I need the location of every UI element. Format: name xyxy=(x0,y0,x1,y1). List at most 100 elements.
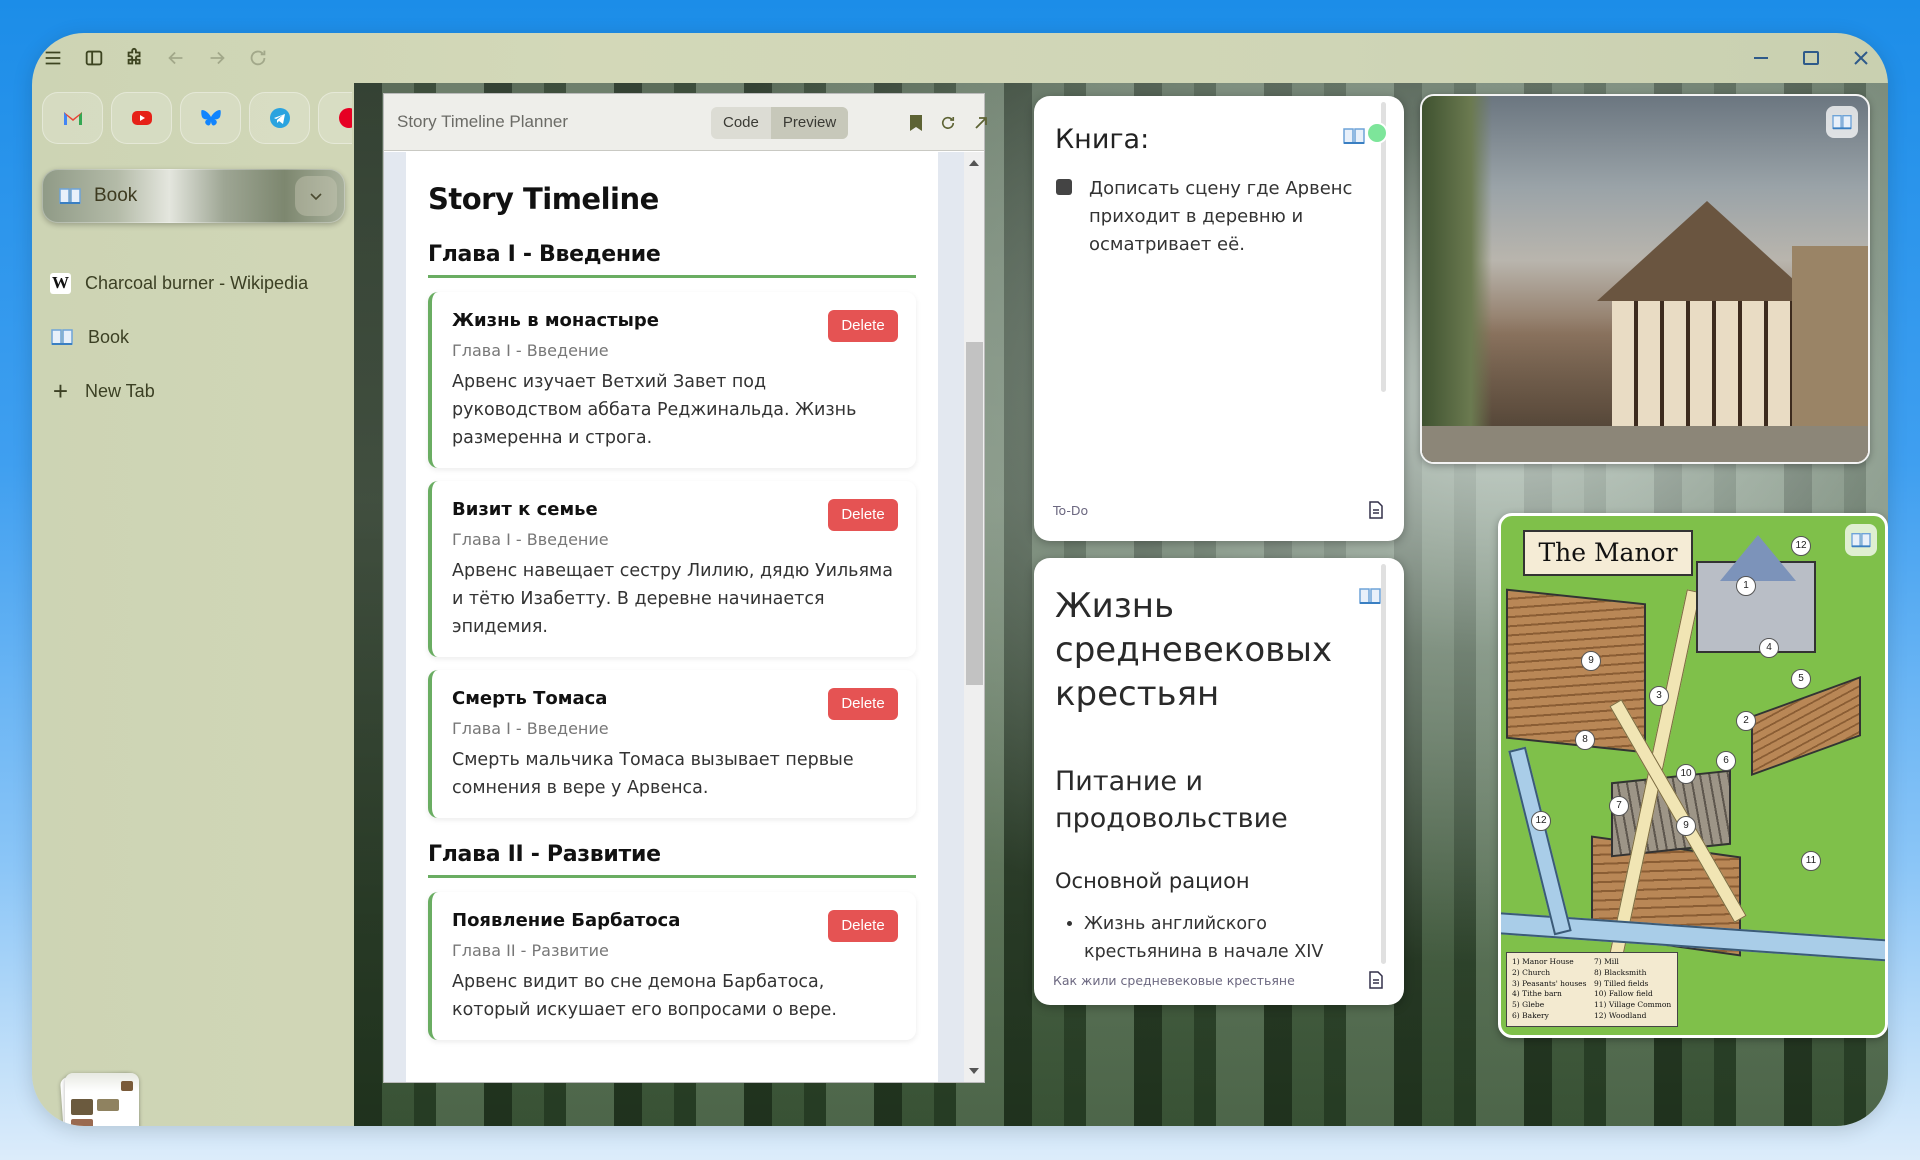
extensions-icon[interactable] xyxy=(122,45,148,71)
content-area: Story Timeline Planner Code Preview Stor… xyxy=(354,83,1888,1126)
map-marker: 7 xyxy=(1609,796,1629,816)
event-description: Арвенс навещает сестру Лилию, дядю Уилья… xyxy=(452,561,893,637)
legend-item: 5) Glebe xyxy=(1512,1000,1545,1010)
timeline-heading: Story Timeline xyxy=(428,182,659,216)
map-marker: 10 xyxy=(1676,764,1696,784)
event-description: Арвенс изучает Ветхий Завет под руководс… xyxy=(452,372,857,448)
youtube-icon xyxy=(131,111,152,125)
legend-item: 10) Fallow field xyxy=(1594,989,1653,999)
note-scrollbar[interactable] xyxy=(1381,102,1386,392)
note-title: Жизнь средневековых крестьян xyxy=(1055,586,1333,714)
pinned-telegram[interactable] xyxy=(249,92,310,144)
legend-item: 12) Woodland xyxy=(1594,1011,1647,1021)
tree xyxy=(1422,96,1492,462)
timeline-content: Story Timeline Глава I - Введение Жизнь … xyxy=(406,152,938,1082)
scrollbar[interactable] xyxy=(964,152,984,1082)
forward-icon[interactable] xyxy=(204,45,230,71)
preview-area: Story Timeline Глава I - Введение Жизнь … xyxy=(384,152,966,1082)
tab-code[interactable]: Code xyxy=(711,107,771,139)
peasant-life-note[interactable]: Жизнь средневековых крестьян Питание и п… xyxy=(1034,558,1404,1005)
book-icon xyxy=(51,329,73,345)
note-scrollbar[interactable] xyxy=(1381,564,1386,964)
new-tab-button[interactable]: + New Tab xyxy=(44,364,344,418)
map-legend: 1) Manor House 7) Mill 2) Church 8) Blac… xyxy=(1506,952,1678,1027)
gmail-icon xyxy=(63,112,82,125)
legend-item: 4) Tithe barn xyxy=(1512,989,1562,999)
book-badge[interactable] xyxy=(1845,524,1877,556)
legend-item: 9) Tilled fields xyxy=(1594,978,1649,988)
tab-stack-thumbnail[interactable] xyxy=(59,1071,140,1126)
legend-item: 1) Manor House xyxy=(1512,957,1574,966)
reload-icon[interactable] xyxy=(245,45,271,71)
note-footer: Как жили средневековые крестьяне xyxy=(1053,973,1353,988)
panel-header: Story Timeline Planner Code Preview xyxy=(384,94,987,151)
new-tab-label: New Tab xyxy=(85,380,155,401)
tab-label: Charcoal burner - Wikipedia xyxy=(85,272,309,293)
scrollbar-thumb[interactable] xyxy=(966,342,983,685)
delete-button[interactable]: Delete xyxy=(828,499,898,531)
tab-charcoal-burner[interactable]: W Charcoal burner - Wikipedia xyxy=(44,256,344,310)
story-timeline-panel: Story Timeline Planner Code Preview Stor… xyxy=(383,93,987,1083)
back-icon[interactable] xyxy=(163,45,189,71)
event-description: Арвенс видит во сне демона Барбатоса, ко… xyxy=(452,972,837,1020)
village-photo[interactable] xyxy=(1420,94,1870,464)
manor-house xyxy=(1696,535,1816,653)
delete-button[interactable]: Delete xyxy=(828,688,898,720)
event-card: Жизнь в монастыре Глава I - Введение Арв… xyxy=(428,292,916,468)
document-icon[interactable] xyxy=(1368,971,1384,989)
chapter-heading: Глава II - Развитие xyxy=(428,842,916,878)
menu-icon[interactable] xyxy=(40,45,66,71)
legend-item: 6) Bakery xyxy=(1512,1011,1549,1021)
map-marker: 12 xyxy=(1791,536,1811,556)
sidebar-toggle-icon[interactable] xyxy=(81,45,107,71)
active-tab-book[interactable]: Book xyxy=(42,169,345,223)
scroll-up-arrow[interactable] xyxy=(969,160,979,166)
tab-book[interactable]: Book xyxy=(44,310,344,364)
todo-checkbox[interactable] xyxy=(1056,179,1072,195)
sidebar: Book W Charcoal burner - Wikipedia Book … xyxy=(32,83,354,1126)
maximize-icon[interactable] xyxy=(1798,45,1824,71)
event-chapter: Глава II - Развитие xyxy=(452,941,609,960)
bluesky-icon xyxy=(200,110,221,126)
map-marker: 8 xyxy=(1575,730,1595,750)
bookmark-icon[interactable] xyxy=(904,111,928,135)
street xyxy=(1422,426,1868,462)
document-icon[interactable] xyxy=(1368,501,1384,519)
tab-label: Book xyxy=(88,326,130,347)
book-icon xyxy=(1832,115,1852,130)
pinned-tabs xyxy=(42,92,352,144)
status-dot xyxy=(1368,124,1386,142)
event-chapter: Глава I - Введение xyxy=(452,341,609,360)
map-marker: 2 xyxy=(1736,711,1756,731)
map-marker: 3 xyxy=(1649,686,1669,706)
tab-list: W Charcoal burner - Wikipedia Book + New… xyxy=(44,256,344,418)
book-badge[interactable] xyxy=(1826,106,1858,138)
delete-button[interactable]: Delete xyxy=(828,910,898,942)
manor-map[interactable]: The Manor 12 1 2 3 4 5 6 7 8 9 9 10 11 1… xyxy=(1498,513,1888,1038)
scroll-down-arrow[interactable] xyxy=(969,1068,979,1074)
map-marker: 11 xyxy=(1801,851,1821,871)
tab-preview[interactable]: Preview xyxy=(770,107,849,139)
glebe-field xyxy=(1751,675,1861,777)
close-icon[interactable] xyxy=(1848,45,1874,71)
delete-button[interactable]: Delete xyxy=(828,310,898,342)
todo-note[interactable]: Книга: Дописать сцену где Арвенс приходи… xyxy=(1034,96,1404,541)
todo-text: Дописать сцену где Арвенс приходит в дер… xyxy=(1089,178,1353,255)
plus-icon: + xyxy=(52,376,69,406)
active-tab-label: Book xyxy=(94,185,138,206)
pinned-gmail[interactable] xyxy=(42,92,103,144)
minimize-icon[interactable] xyxy=(1748,45,1774,71)
map-marker: 9 xyxy=(1676,816,1696,836)
map-marker: 9 xyxy=(1581,651,1601,671)
book-icon xyxy=(1359,588,1381,604)
pinned-pinterest[interactable] xyxy=(318,92,352,144)
pinned-youtube[interactable] xyxy=(111,92,172,144)
refresh-icon[interactable] xyxy=(936,111,960,135)
event-card: Появление Барбатоса Глава II - Развитие … xyxy=(428,892,916,1040)
map-marker: 1 xyxy=(1736,576,1756,596)
roof-shape xyxy=(1597,201,1817,301)
chevron-down-icon[interactable] xyxy=(295,176,337,216)
open-external-icon[interactable] xyxy=(969,111,993,135)
pinned-bluesky[interactable] xyxy=(180,92,241,144)
telegram-icon xyxy=(269,108,290,128)
